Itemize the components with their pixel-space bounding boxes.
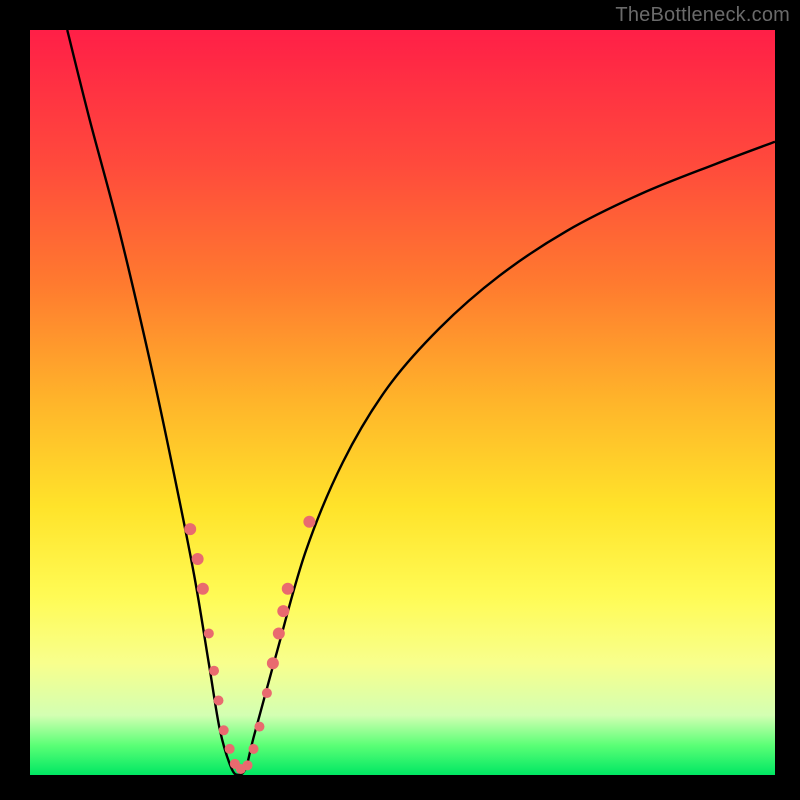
data-marker bbox=[277, 605, 289, 617]
data-marker bbox=[213, 696, 223, 706]
data-marker bbox=[282, 583, 294, 595]
bottleneck-chart-svg bbox=[30, 30, 775, 775]
data-marker bbox=[204, 628, 214, 638]
data-marker bbox=[219, 725, 229, 735]
data-marker bbox=[267, 657, 279, 669]
data-marker bbox=[243, 760, 253, 770]
data-marker bbox=[184, 523, 196, 535]
data-marker bbox=[209, 666, 219, 676]
watermark-text: TheBottleneck.com bbox=[615, 4, 790, 27]
data-marker bbox=[192, 553, 204, 565]
bottleneck-curve bbox=[67, 30, 775, 775]
data-marker bbox=[249, 744, 259, 754]
data-marker bbox=[273, 627, 285, 639]
data-marker bbox=[197, 583, 209, 595]
data-marker bbox=[254, 722, 264, 732]
plot-area bbox=[30, 30, 775, 775]
data-marker bbox=[225, 744, 235, 754]
data-marker bbox=[303, 516, 315, 528]
data-marker bbox=[262, 688, 272, 698]
data-markers bbox=[184, 516, 315, 774]
chart-frame: TheBottleneck.com bbox=[0, 0, 800, 800]
